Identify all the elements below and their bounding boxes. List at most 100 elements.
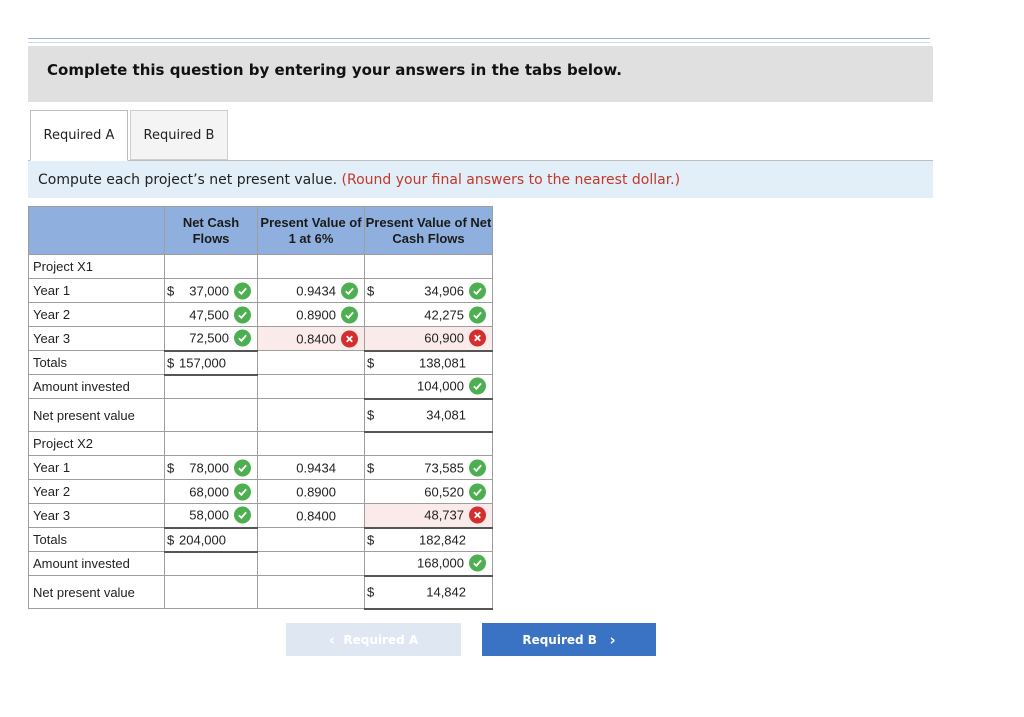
pv-value: 42,275 [424,307,464,322]
row-label: Year 2 [28,302,165,327]
header-pv-factor: Present Value of 1 at 6% [257,206,365,255]
total-cash-value: 157,000 [179,355,226,370]
table-row: Year 3 72,500 0.8400 60,900 [28,326,493,352]
cash-flow-input[interactable]: 72,500 [164,326,258,352]
cash-flow-value: 78,000 [189,460,229,475]
row-label: Year 2 [28,479,165,504]
currency-symbol: $ [367,283,375,298]
currency-symbol: $ [367,584,375,600]
row-label: Amount invested [28,374,165,399]
check-icon [234,483,251,500]
check-icon [469,377,486,395]
pv-factor-cell: 0.8400 [257,503,365,528]
invested-row: Amount invested 104,000 [28,374,493,400]
pv-factor-value: 0.8400 [296,508,336,523]
prev-button-label: Required A [343,632,419,647]
pv-factor-input[interactable]: 0.8400 [257,326,365,351]
pv-input[interactable]: $ 34,906 [364,278,493,303]
header-net-cash-flows: Net Cash Flows [164,206,258,255]
amount-invested-input[interactable]: 168,000 [364,551,493,577]
total-pv: $ 182,842 [364,527,493,552]
cash-flow-value: 68,000 [189,484,229,499]
cash-flow-value: 47,500 [189,307,229,322]
total-pv-value: 138,081 [419,355,466,371]
chevron-right-icon: › [609,630,616,649]
pv-factor-input[interactable]: 0.9434 [257,278,365,303]
currency-symbol: $ [167,283,175,298]
cash-flow-input[interactable]: 58,000 [164,503,258,529]
row-label: Amount invested [28,551,165,576]
check-icon [469,483,486,500]
check-icon [341,306,358,323]
amount-invested-input[interactable]: 104,000 [364,374,493,400]
currency-symbol: $ [167,532,175,547]
next-button[interactable]: Required B › [482,623,656,656]
table-row: Year 3 58,000 0.8400 48,737 [28,503,493,529]
total-cash-value: 204,000 [179,532,226,547]
row-label: Totals [28,350,165,375]
table-row: Year 2 47,500 0.8900 42,275 [28,302,493,327]
amount-invested-value: 104,000 [417,378,464,394]
npv-row: Net present value $ 14,842 [28,575,493,610]
instruction-note: (Round your final answers to the nearest… [341,172,681,188]
pv-factor-input[interactable]: 0.8900 [257,302,365,327]
section-title-x1: Project X1 [28,254,165,279]
check-icon [341,282,358,299]
cash-flow-value: 72,500 [189,330,229,346]
pv-input[interactable]: 60,520 [364,479,493,504]
amount-invested-value: 168,000 [417,555,464,571]
check-icon [234,306,251,323]
pv-value: 48,737 [424,507,464,523]
pv-value: 60,520 [424,484,464,499]
chevron-left-icon: ‹ [328,630,336,649]
check-icon [234,459,251,476]
pv-factor-cell: 0.9434 [257,455,365,480]
section-row-x1: Project X1 [28,254,493,279]
question-banner: Complete this question by entering your … [28,46,933,102]
row-label: Year 1 [28,455,165,480]
table-row: Year 2 68,000 0.8900 60,520 [28,479,493,504]
pv-factor-cell: 0.8900 [257,479,365,504]
npv-value: 14,842 [426,584,466,600]
row-label: Year 3 [28,503,165,528]
check-icon [469,282,486,299]
pv-input[interactable]: 60,900 [364,326,493,352]
pv-input[interactable]: 42,275 [364,302,493,327]
pv-input[interactable]: 48,737 [364,503,493,529]
check-icon [234,506,251,524]
cash-flow-input[interactable]: 47,500 [164,302,258,327]
totals-row: Totals $ 157,000 $ 138,081 [28,350,493,376]
tab-required-a[interactable]: Required A [30,110,128,161]
check-icon [469,554,486,572]
cash-flow-input[interactable]: $ 37,000 [164,278,258,303]
currency-symbol: $ [367,460,375,475]
total-cash-flow: $ 157,000 [164,350,258,376]
pv-factor-value: 0.9434 [296,283,336,298]
check-icon [234,282,251,299]
tab-required-b[interactable]: Required B [130,110,228,160]
pv-value: 73,585 [424,460,464,475]
top-rule [28,38,930,43]
pv-factor-value: 0.8900 [296,307,336,322]
cross-icon [341,330,358,347]
pv-input[interactable]: $ 73,585 [364,455,493,480]
total-pv-value: 182,842 [419,532,466,548]
header-pv-cash-flows: Present Value of Net Cash Flows [364,206,493,255]
cash-flow-input[interactable]: $ 78,000 [164,455,258,480]
row-label: Year 3 [28,326,165,351]
currency-symbol: $ [367,532,375,548]
totals-row: Totals $ 204,000 $ 182,842 [28,527,493,553]
section-row-x2: Project X2 [28,431,493,456]
check-icon [469,306,486,323]
row-label: Net present value [28,575,165,609]
check-icon [234,329,251,347]
pv-factor-value: 0.8400 [296,331,336,346]
net-present-value: $ 34,081 [364,398,493,433]
cash-flow-input[interactable]: 68,000 [164,479,258,504]
invested-row: Amount invested 168,000 [28,551,493,577]
row-label: Year 1 [28,278,165,303]
cash-flow-value: 58,000 [189,507,229,523]
currency-symbol: $ [367,407,375,423]
prev-button[interactable]: ‹ Required A [286,623,461,656]
section-title-x2: Project X2 [28,431,165,456]
